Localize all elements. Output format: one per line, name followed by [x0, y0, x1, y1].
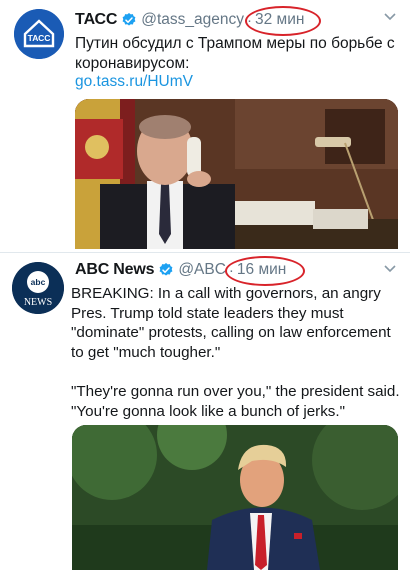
- separator-dot: ·: [247, 11, 252, 29]
- tweet-timestamp[interactable]: 32 мин: [245, 6, 321, 36]
- tweet-link[interactable]: go.tass.ru/HUmV: [75, 73, 193, 91]
- avatar-tass[interactable]: ТАСС: [14, 9, 64, 59]
- chevron-down-icon[interactable]: [384, 10, 396, 24]
- handle[interactable]: @tass_agency: [141, 11, 244, 29]
- chevron-down-icon[interactable]: [384, 262, 396, 276]
- tweet-text: Путин обсудил с Трампом меры по борьбе с…: [75, 35, 395, 72]
- tweet-header: ТАСС @tass_agency · 32 мин: [75, 6, 321, 36]
- photo-illustration: [75, 99, 398, 249]
- author-name[interactable]: ТАСС: [75, 11, 117, 29]
- handle[interactable]: @ABC: [178, 261, 226, 279]
- separator-dot: ·: [228, 261, 234, 279]
- tweet-text: BREAKING: In a call with governors, an a…: [71, 285, 400, 420]
- verified-badge-icon: [122, 13, 136, 26]
- tass-logo: ТАСС: [14, 9, 64, 59]
- avatar-text: ТАСС: [28, 33, 51, 43]
- tweet-timestamp[interactable]: 16 мин: [224, 256, 305, 286]
- tweet-timestamp-text: 16 мин: [236, 261, 287, 278]
- tweet-photo-putin-phone[interactable]: [75, 99, 398, 249]
- tweet-timestamp-text: 32 мин: [255, 11, 305, 28]
- verified-badge-icon: [159, 263, 173, 276]
- photo-illustration: [72, 425, 398, 570]
- tweet-photo-trump[interactable]: [72, 425, 398, 570]
- tweet-header: ABC News @ABC · 16 мин: [75, 256, 305, 286]
- tweet-tass[interactable]: ТАСС ТАСС @tass_agency · 32 мин Путин об…: [0, 0, 410, 252]
- author-name[interactable]: ABC News: [75, 261, 155, 279]
